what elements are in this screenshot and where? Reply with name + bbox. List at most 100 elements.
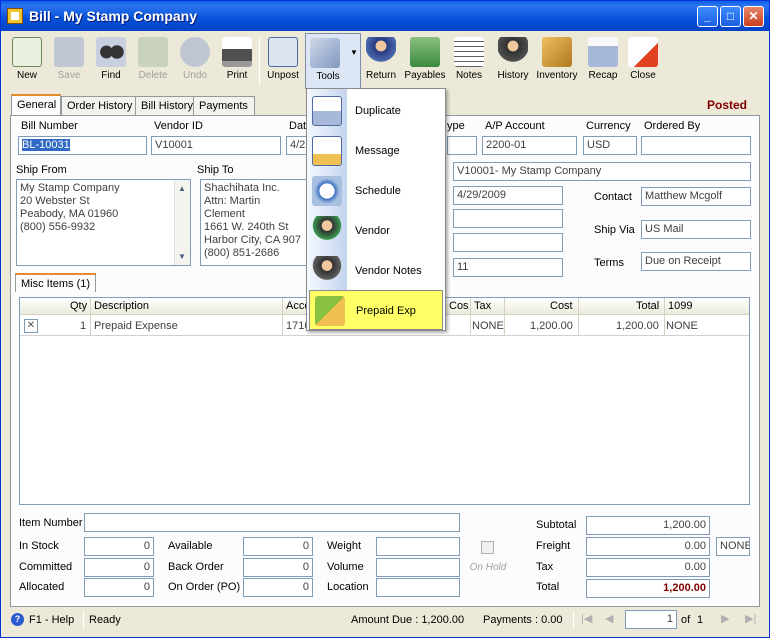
blank-field-2[interactable] bbox=[453, 233, 563, 252]
item-number-field[interactable] bbox=[84, 513, 460, 532]
terms-days-field[interactable]: 11 bbox=[453, 258, 563, 277]
back-order-field[interactable]: 0 bbox=[243, 558, 313, 577]
first-page-icon[interactable]: |◀ bbox=[581, 612, 592, 625]
return-label: Return bbox=[365, 70, 396, 81]
return-button[interactable]: Return bbox=[359, 33, 403, 89]
menu-item-vendor-notes[interactable]: Vendor Notes bbox=[307, 251, 445, 291]
menu-item-duplicate[interactable]: Duplicate bbox=[307, 91, 445, 131]
menu-label: Vendor bbox=[355, 225, 390, 237]
tab-order-history[interactable]: Order History bbox=[61, 96, 145, 115]
print-button[interactable]: Print bbox=[215, 33, 259, 89]
menu-item-prepaid-exp[interactable]: Prepaid Exp bbox=[309, 290, 443, 330]
blank-field-1[interactable] bbox=[453, 209, 563, 228]
tax-field[interactable]: 0.00 bbox=[586, 558, 710, 577]
ship-from-address[interactable]: My Stamp Company 20 Webster St Peabody, … bbox=[16, 179, 191, 266]
title-bar[interactable]: Bill - My Stamp Company _ □ ✕ bbox=[1, 1, 769, 31]
history-button[interactable]: History bbox=[491, 33, 535, 89]
ship-to-address[interactable]: Shachihata Inc. Attn: Martin Clement 166… bbox=[200, 179, 308, 266]
ship-via-field[interactable]: US Mail bbox=[641, 220, 751, 239]
committed-label: Committed bbox=[19, 561, 73, 573]
tools-button[interactable]: ▼ Tools bbox=[305, 33, 361, 89]
committed-field[interactable]: 0 bbox=[84, 558, 154, 577]
terms-field[interactable]: Due on Receipt bbox=[641, 252, 751, 271]
type-field[interactable] bbox=[447, 136, 477, 155]
payables-button[interactable]: Payables bbox=[403, 33, 447, 89]
date-field[interactable]: 4/2 bbox=[286, 136, 308, 155]
close-button[interactable]: Close bbox=[621, 33, 665, 89]
on-hold-label: On Hold bbox=[469, 562, 507, 573]
next-page-icon[interactable]: ▶ bbox=[721, 612, 729, 625]
maximize-button[interactable]: □ bbox=[720, 6, 741, 27]
help-text[interactable]: F1 - Help bbox=[29, 614, 74, 626]
vendor-id-field[interactable]: V10001 bbox=[151, 136, 281, 155]
row-cost: 1,200.00 bbox=[530, 320, 573, 332]
amount-due-text: Amount Due : 1,200.00 bbox=[351, 614, 465, 626]
freight-label: Freight bbox=[536, 540, 571, 552]
vendor-id-label: Vendor ID bbox=[154, 120, 203, 132]
ap-account-label: A/P Account bbox=[485, 120, 545, 132]
help-icon[interactable]: ? bbox=[11, 613, 24, 626]
notes-button[interactable]: Notes bbox=[447, 33, 491, 89]
in-stock-field[interactable]: 0 bbox=[84, 537, 154, 556]
find-icon bbox=[96, 37, 126, 67]
tab-payments[interactable]: Payments bbox=[193, 96, 255, 115]
undo-button[interactable]: Undo bbox=[173, 33, 217, 89]
last-page-icon[interactable]: ▶| bbox=[745, 612, 756, 625]
menu-item-message[interactable]: Message bbox=[307, 131, 445, 171]
print-label: Print bbox=[226, 70, 248, 81]
col-tax[interactable]: Tax bbox=[474, 300, 491, 312]
bill-number-field[interactable]: BL-10031 bbox=[18, 136, 147, 155]
recap-button[interactable]: Recap bbox=[581, 33, 625, 89]
minimize-button[interactable]: _ bbox=[697, 6, 718, 27]
col-1099[interactable]: 1099 bbox=[668, 300, 692, 312]
undo-icon bbox=[180, 37, 210, 67]
ship-from-label: Ship From bbox=[16, 164, 67, 176]
col-cost[interactable]: Cost bbox=[550, 300, 573, 312]
app-icon bbox=[7, 8, 23, 24]
save-button[interactable]: Save bbox=[47, 33, 91, 89]
freight-field[interactable]: 0.00 bbox=[586, 537, 710, 556]
menu-item-vendor[interactable]: Vendor bbox=[307, 211, 445, 251]
prev-page-icon[interactable]: ◀ bbox=[605, 612, 613, 625]
find-label: Find bbox=[101, 70, 121, 81]
freight-code-field[interactable]: NONE bbox=[716, 537, 750, 556]
find-button[interactable]: Find bbox=[89, 33, 133, 89]
on-hold-checkbox[interactable] bbox=[481, 541, 494, 554]
inventory-button[interactable]: Inventory bbox=[535, 33, 579, 89]
tab-misc-items[interactable]: Misc Items (1) bbox=[15, 273, 97, 292]
tab-general[interactable]: General bbox=[11, 94, 61, 115]
subtotal-field[interactable]: 1,200.00 bbox=[586, 516, 710, 535]
inventory-label: Inventory bbox=[536, 70, 578, 81]
ship-from-scrollbar[interactable] bbox=[174, 180, 190, 265]
total-label: Total bbox=[536, 581, 560, 593]
delete-row-icon[interactable]: ✕ bbox=[24, 319, 38, 333]
ap-account-field[interactable]: 2200-01 bbox=[482, 136, 577, 155]
col-description[interactable]: Description bbox=[94, 300, 149, 312]
contact-field[interactable]: Matthew Mcgolf bbox=[641, 187, 751, 206]
tab-bill-history[interactable]: Bill History bbox=[135, 96, 201, 115]
volume-field[interactable] bbox=[376, 558, 460, 577]
on-order-field[interactable]: 0 bbox=[243, 578, 313, 597]
weight-field[interactable] bbox=[376, 537, 460, 556]
new-button[interactable]: New bbox=[5, 33, 49, 89]
in-stock-label: In Stock bbox=[19, 540, 59, 552]
chevron-down-icon[interactable]: ▼ bbox=[350, 48, 358, 57]
payables-label: Payables bbox=[404, 70, 446, 81]
available-field[interactable]: 0 bbox=[243, 537, 313, 556]
ordered-by-field[interactable] bbox=[641, 136, 751, 155]
delete-button[interactable]: Delete bbox=[131, 33, 175, 89]
due-date-field[interactable]: 4/29/2009 bbox=[453, 186, 563, 205]
col-total[interactable]: Total bbox=[636, 300, 659, 312]
close-window-button[interactable]: ✕ bbox=[743, 6, 764, 27]
col-qty[interactable]: Qty bbox=[70, 300, 87, 312]
allocated-field[interactable]: 0 bbox=[84, 578, 154, 597]
col-cost-type[interactable]: Cos bbox=[449, 300, 469, 312]
currency-field[interactable]: USD bbox=[583, 136, 637, 155]
total-field[interactable]: 1,200.00 bbox=[586, 579, 710, 598]
unpost-button[interactable]: Unpost bbox=[261, 33, 305, 89]
page-number-field[interactable]: 1 bbox=[625, 610, 677, 629]
menu-item-schedule[interactable]: Schedule bbox=[307, 171, 445, 211]
location-field[interactable] bbox=[376, 578, 460, 597]
vendor-name-field[interactable]: V10001- My Stamp Company bbox=[453, 162, 751, 181]
contact-label: Contact bbox=[594, 191, 632, 203]
